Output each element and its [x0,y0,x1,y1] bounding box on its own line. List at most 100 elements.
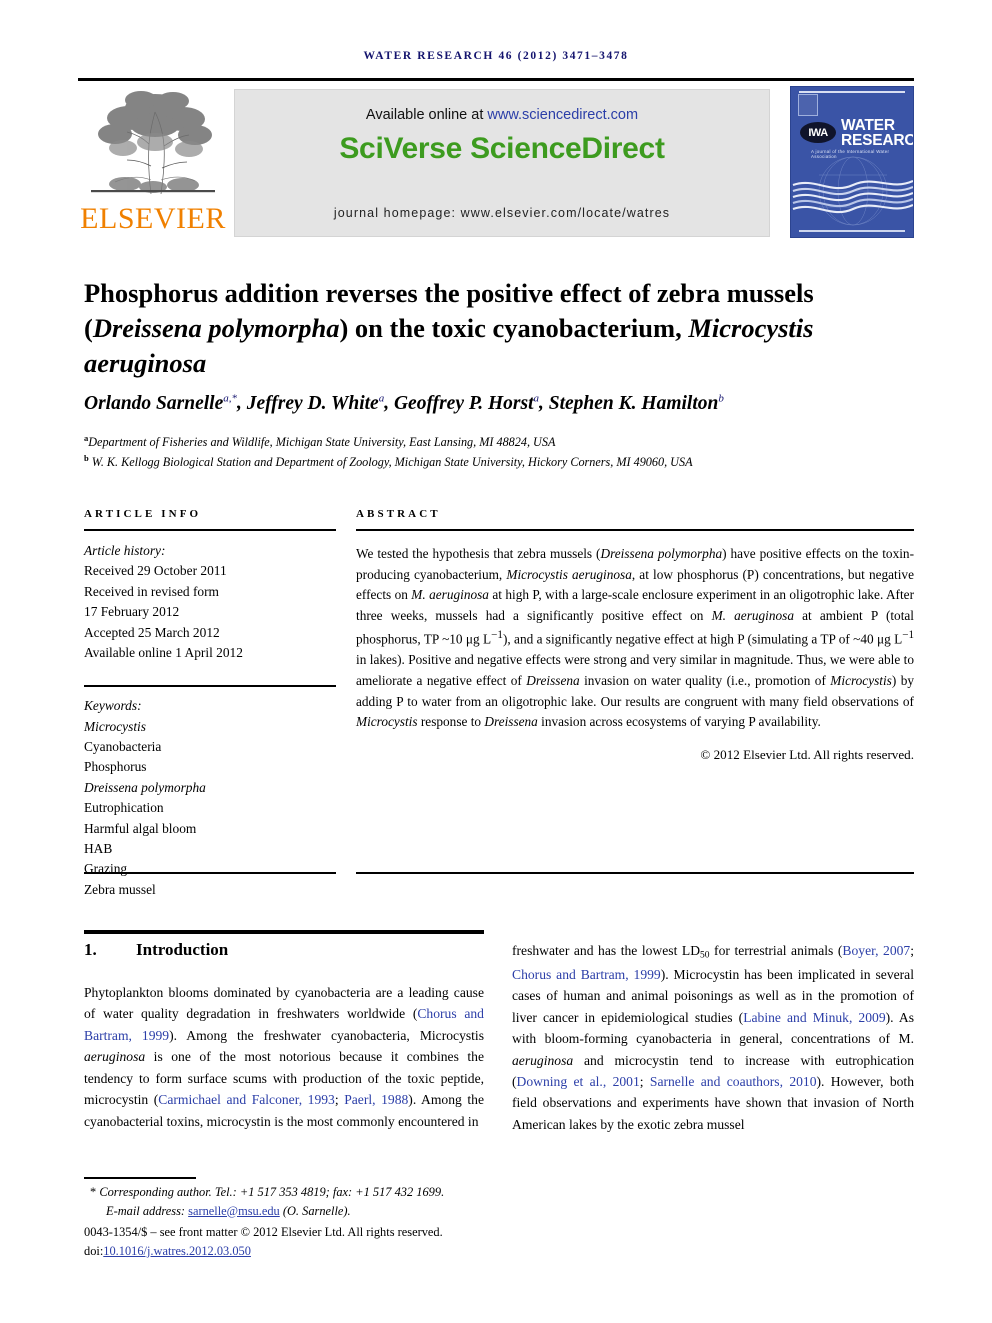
italic-term: Microcystis [830,672,892,688]
history-item: Received in revised form [84,583,219,599]
keyword-item: Grazing [84,861,128,877]
keyword-item: Cyanobacteria [84,739,162,754]
header-rule [78,78,914,81]
keyword-item: Zebra mussel [84,881,156,897]
cover-top-bar [799,91,905,93]
keywords-rule [84,685,336,688]
italic-term: Microcystis [356,714,418,730]
article-info-bottom-rule [84,872,336,874]
corresponding-author-text: Corresponding author. Tel.: +1 517 353 4… [99,1185,445,1199]
affiliation-list: aDepartment of Fisheries and Wildlife, M… [84,432,914,472]
abstract-column: Abstract We tested the hypothesis that z… [356,508,914,763]
page-title: Phosphorus addition reverses the positiv… [84,276,884,381]
text-run: ; [639,1074,650,1089]
citation-link[interactable]: Downing et al., 2001 [517,1074,640,1089]
author-name: Geoffrey P. Horst [393,392,534,414]
sciencedirect-link[interactable]: www.sciencedirect.com [487,107,638,123]
citation-link[interactable]: Chorus and Bartram, 1999 [512,967,661,982]
affiliation-item: aDepartment of Fisheries and Wildlife, M… [84,432,914,452]
keyword-item: Phosphorus [84,759,147,775]
abstract-text: We tested the hypothesis that zebra muss… [356,544,914,733]
citation-link[interactable]: Paerl, 1988 [344,1092,408,1107]
corresponding-author-note: * Corresponding author. Tel.: +1 517 353… [84,1183,524,1202]
email-link[interactable]: sarnelle@msu.edu [188,1204,280,1218]
cover-bottom-bar [799,230,905,232]
author-name: Stephen K. Hamilton [548,392,719,414]
italic-term: M. aeruginosa [411,587,489,603]
body-section-rule [84,930,484,934]
italic-term: M. aeruginosa [711,608,794,624]
article-info-column: Article info Article history: Received 2… [84,508,336,900]
article-info-rule [84,529,336,531]
affiliation-text: W. K. Kellogg Biological Station and Dep… [91,455,693,470]
sciencedirect-banner: Available online at www.sciencedirect.co… [234,89,770,237]
available-online-line: Available online at www.sciencedirect.co… [235,107,769,123]
cover-wave-graphic [792,156,913,226]
affiliation-marker: b [84,452,89,463]
text-run: response to [417,714,485,730]
issn-copyright-line: 0043-1354/$ – see front matter © 2012 El… [84,1225,443,1240]
author-separator: , [236,392,247,414]
abstract-rule [356,529,914,531]
iwa-logo-icon: IWA [800,122,836,143]
history-item: 17 February 2012 [84,604,180,620]
doi-line: doi:10.1016/j.watres.2012.03.050 [84,1242,524,1261]
section-number: 1. [84,940,97,959]
keyword-item: Harmful algal bloom [84,820,197,836]
author-item: Geoffrey P. Horsta [393,392,539,414]
journal-homepage-line[interactable]: journal homepage: www.elsevier.com/locat… [235,206,769,220]
text-run: invasion across ecosystems of varying P … [537,714,821,730]
keyword-item: Microcystis [84,718,146,734]
available-online-label: Available online at [365,107,488,123]
keywords-label: Keywords: [84,698,142,714]
citation-link[interactable]: Sarnelle and coauthors, 2010 [650,1074,817,1089]
sciverse-sciencedirect-wordmark: SciVerse ScienceDirect [339,132,665,165]
body-paragraph: Phytoplankton blooms dominated by cyanob… [84,982,484,1132]
text-run: ). Among the freshwater cyanobacteria, [169,1027,420,1043]
author-separator: , [384,392,394,414]
author-list: Orlando Sarnellea,*, Jeffrey D. Whitea, … [84,392,914,415]
history-item: Received 29 October 2011 [84,563,227,579]
doi-link[interactable]: 10.1016/j.watres.2012.03.050 [103,1244,251,1258]
italic-term: aeruginosa [84,1049,146,1065]
iwa-logo-label: IWA [808,126,828,139]
abstract-bottom-rule [356,872,914,874]
journal-cover-image: IWA WATER RESEARCH A journal of the Inte… [790,86,914,238]
text-run: invasion on water quality (i.e., promoti… [579,672,831,688]
email-note: E-mail address: sarnelle@msu.edu (O. Sar… [84,1202,524,1221]
masthead: ELSEVIER Available online at www.science… [78,86,914,242]
text-run: Microcystis [419,1027,484,1043]
author-name: Orlando Sarnelle [84,392,224,414]
article-history: Article history: Received 29 October 201… [84,541,336,663]
article-history-label: Article history: [84,543,166,558]
author-name: Jeffrey D. White [246,392,379,414]
italic-term: aeruginosa [512,1052,574,1068]
corresponding-author-marker: * [90,1185,97,1199]
citation-link[interactable]: Labine and Minuk, 2009 [743,1010,885,1025]
article-page: Water Research 46 (2012) 3471–3478 [0,0,992,1323]
abstract-heading: Abstract [356,508,441,520]
title-species-1: Dreissena polymorpha [92,312,340,343]
author-item: Jeffrey D. Whitea [246,392,384,414]
keyword-item: Eutrophication [84,800,164,816]
citation-link[interactable]: Boyer, 2007 [842,943,910,958]
author-affil-marker: b [718,392,724,404]
footnote-rule [84,1177,196,1179]
affiliation-item: b W. K. Kellogg Biological Station and D… [84,452,914,472]
italic-term: Dreissena [484,714,538,730]
affiliation-text: Department of Fisheries and Wildlife, Mi… [88,435,556,450]
email-owner: (O. Sarnelle). [282,1203,351,1218]
italic-term: Dreissena [526,672,580,688]
citation-link[interactable]: Carmichael and Falconer, 1993 [158,1092,335,1107]
italic-term: Dreissena polymorpha [600,546,723,561]
cover-title-line1: WATER [841,117,895,134]
running-head-citation: 46 (2012) 3471–3478 [498,50,629,62]
author-affil-marker: a,* [223,392,237,404]
italic-term: Microcystis aeruginosa [506,566,632,582]
copyright-line: © 2012 Elsevier Ltd. All rights reserved… [700,747,914,763]
text-run: ; [910,943,914,958]
superscript: −1 [902,628,914,641]
title-segment-2: ) on the toxic cyanobacterium, [339,312,689,343]
cover-elsevier-badge [798,94,818,116]
text-run: We tested the hypothesis that zebra muss… [356,546,601,561]
